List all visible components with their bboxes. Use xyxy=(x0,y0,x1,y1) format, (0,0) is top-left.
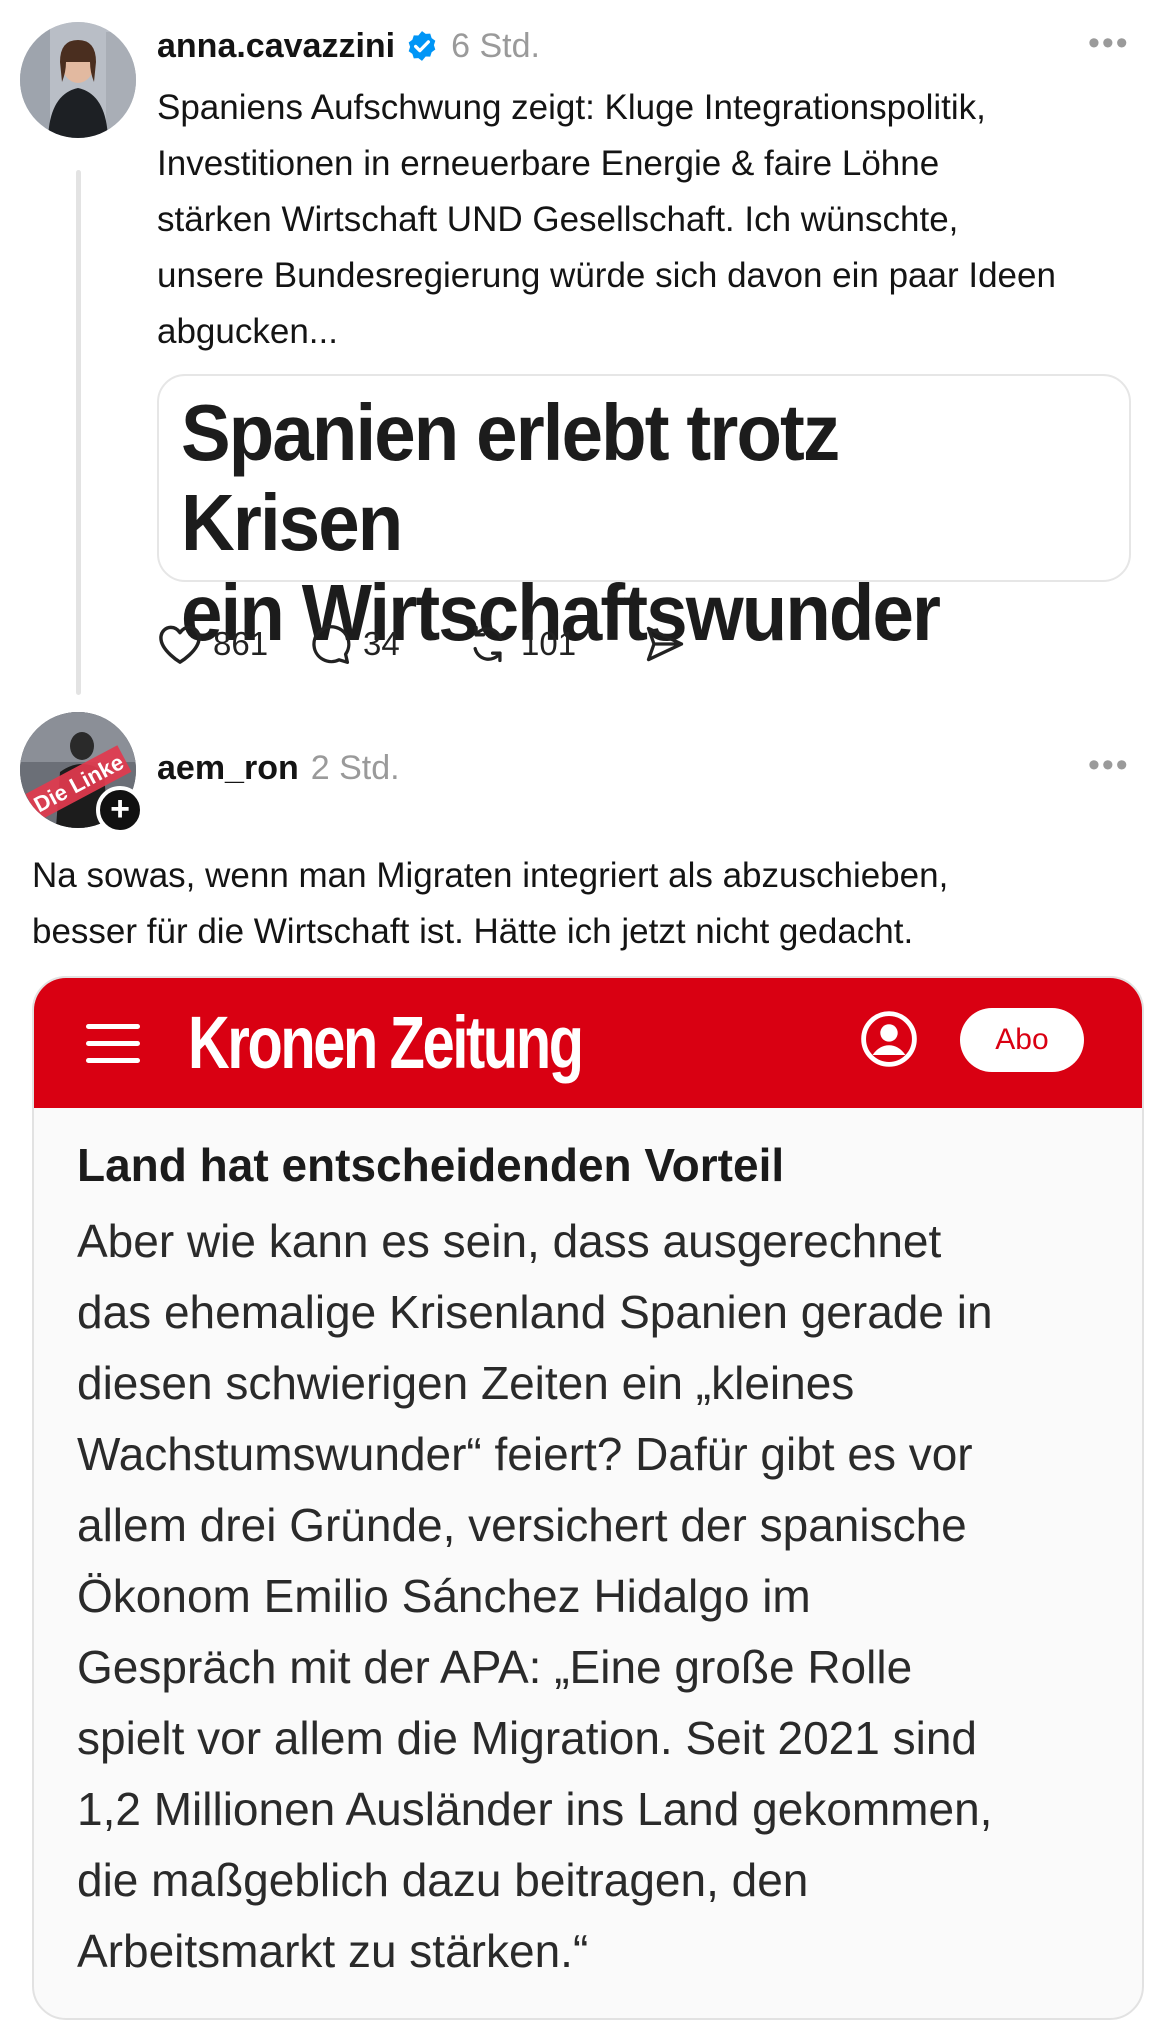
username[interactable]: anna.cavazzini xyxy=(157,27,395,66)
share-button[interactable] xyxy=(641,622,699,666)
post-text: Spaniens Aufschwung zeigt: Kluge Integra… xyxy=(157,80,1147,360)
more-options-icon[interactable]: ••• xyxy=(1088,746,1130,785)
article-line: die maßgeblich dazu beitragen, den xyxy=(77,1854,809,1906)
heart-icon xyxy=(159,625,201,664)
abo-button: Abo xyxy=(960,1008,1084,1072)
headline-line: Spanien erlebt trotz Krisen xyxy=(181,388,840,567)
post-time: 2 Std. xyxy=(310,748,400,787)
article-line: diesen schwierigen Zeiten ein „kleines xyxy=(77,1357,855,1409)
attached-image-headline[interactable]: Spanien erlebt trotz Krisen ein Wirtscha… xyxy=(157,374,1131,657)
post1-header: anna.cavazzini 6 Std. xyxy=(157,18,540,74)
post2-header: aem_ron 2 Std. xyxy=(157,740,400,796)
menu-icon xyxy=(86,1024,140,1075)
thread-line xyxy=(76,170,81,695)
username[interactable]: aem_ron xyxy=(157,749,299,788)
like-button[interactable]: 861 xyxy=(157,623,307,665)
comment-button[interactable]: 34 xyxy=(307,622,465,666)
kronen-header: Kronen Zeitung Abo xyxy=(34,978,1142,1108)
article-subheading: Land hat entscheidenden Vorteil xyxy=(77,1139,785,1191)
article-line: Ökonom Emilio Sánchez Hidalgo im xyxy=(77,1570,811,1622)
send-icon xyxy=(646,626,684,662)
kronen-logo: Kronen Zeitung xyxy=(188,1001,584,1084)
repost-icon xyxy=(473,625,503,663)
comment-icon xyxy=(312,625,351,664)
article-line: Aber wie kann es sein, dass ausgerechnet xyxy=(77,1215,942,1267)
follow-plus-icon[interactable]: + xyxy=(96,786,144,834)
more-options-icon[interactable]: ••• xyxy=(1088,24,1130,63)
comment-count: 34 xyxy=(363,625,400,662)
repost-button[interactable]: 101 xyxy=(465,622,641,666)
headline-text: Spanien erlebt trotz Krisen ein Wirtscha… xyxy=(181,388,1055,658)
article-line: 1,2 Millionen Ausländer ins Land gekomme… xyxy=(77,1783,993,1835)
article-line: Wachstumswunder“ feiert? Dafür gibt es v… xyxy=(77,1428,973,1480)
post-text: Na sowas, wenn man Migraten integriert a… xyxy=(32,848,1142,960)
article-body: Aber wie kann es sein, dass ausgerechnet… xyxy=(77,1206,1117,1987)
article-line: das ehemalige Krisenland Spanien gerade … xyxy=(77,1286,993,1338)
post-text-line: Investitionen in erneuerbare Energie & f… xyxy=(157,144,940,183)
post-text-line: Na sowas, wenn man Migraten integriert a… xyxy=(32,856,949,895)
post-text-line: besser für die Wirtschaft ist. Hätte ich… xyxy=(32,912,914,951)
article-line: Gespräch mit der APA: „Eine große Rolle xyxy=(77,1641,913,1693)
post-text-line: stärken Wirtschaft UND Gesellschaft. Ich… xyxy=(157,200,959,239)
like-count: 861 xyxy=(213,625,269,662)
verified-badge-icon xyxy=(408,31,436,61)
post-text-line: abgucken... xyxy=(157,312,338,351)
repost-count: 101 xyxy=(521,625,577,662)
article-line: spielt vor allem die Migration. Seit 202… xyxy=(77,1712,978,1764)
user-icon xyxy=(861,1011,917,1067)
action-bar: 861 34 101 xyxy=(157,622,699,666)
article-line: Arbeitsmarkt zu stärken.“ xyxy=(77,1925,589,1977)
post-text-line: Spaniens Aufschwung zeigt: Kluge Integra… xyxy=(157,88,986,127)
post-time: 6 Std. xyxy=(451,26,540,65)
article-line: allem drei Gründe, versichert der spanis… xyxy=(77,1499,967,1551)
avatar-anna[interactable] xyxy=(20,22,136,138)
post-text-line: unsere Bundesregierung würde sich davon … xyxy=(157,256,1056,295)
attached-image-article[interactable]: Kronen Zeitung Abo Land hat entscheidend… xyxy=(32,976,1144,2020)
